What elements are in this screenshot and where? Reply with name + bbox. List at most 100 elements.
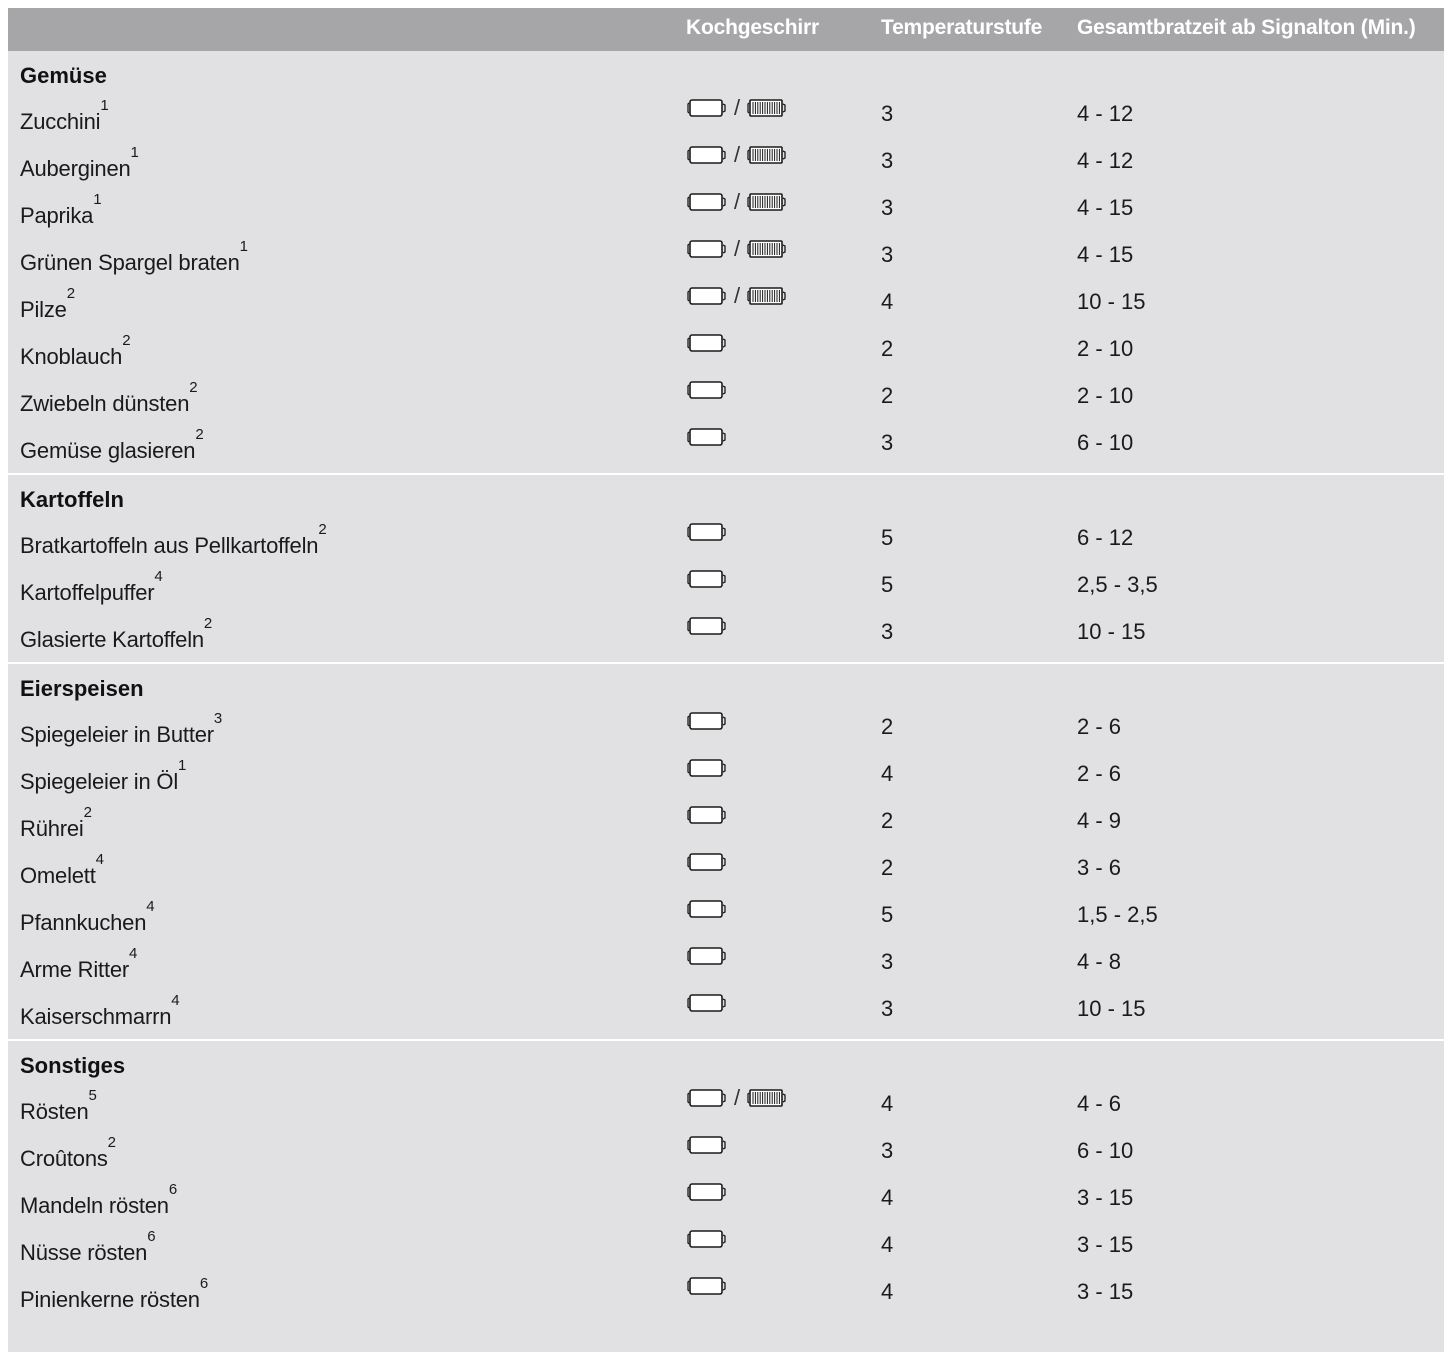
footnote-marker: 2	[122, 332, 131, 349]
cookware-cell	[686, 947, 728, 965]
table-row: Pilze2 / 4 10 - 15	[8, 285, 1444, 332]
cooking-table: Kochgeschirr Temperaturstufe Gesamtbratz…	[8, 8, 1444, 1352]
footnote-marker: 1	[93, 191, 102, 208]
table-row: Rührei2 2 4 - 9	[8, 804, 1444, 851]
footnote-marker: 1	[130, 144, 139, 161]
cookware-cell	[686, 712, 728, 730]
cooking-time: 3 - 15	[1077, 1232, 1134, 1257]
food-name-text: Glasierte Kartoffeln	[20, 627, 204, 652]
footnote-marker: 2	[318, 521, 327, 538]
header-kochgeschirr: Kochgeschirr	[686, 16, 819, 39]
footnote-marker: 4	[171, 992, 180, 1009]
section-title: Gemüse	[20, 63, 107, 88]
footnote-marker: 6	[168, 1181, 178, 1198]
food-name: Kartoffelpuffer4	[20, 569, 163, 606]
cookware-separator: /	[734, 283, 741, 308]
footnote-marker: 6	[147, 1228, 156, 1245]
pan-icon	[687, 428, 726, 446]
cookware-cell	[686, 570, 728, 588]
cooking-time: 10 - 15	[1077, 289, 1146, 314]
temperature-level: 4	[881, 289, 894, 314]
food-name-text: Pfannkuchen	[20, 910, 147, 935]
section-title: Sonstiges	[20, 1053, 126, 1078]
cooking-time: 4 - 12	[1077, 148, 1134, 173]
cooking-time: 4 - 15	[1077, 195, 1134, 220]
cooking-time: 6 - 10	[1077, 430, 1134, 455]
footnote-marker: 4	[129, 945, 138, 962]
food-name: Bratkartoffeln aus Pellkartoffeln2	[20, 522, 327, 559]
pan-icon	[687, 617, 726, 635]
food-name-text: Paprika	[20, 203, 94, 228]
cooking-time: 2 - 10	[1077, 383, 1134, 408]
pan-icon	[687, 994, 726, 1012]
cooking-time: 10 - 15	[1077, 619, 1146, 644]
food-name: Rührei2	[20, 805, 92, 842]
footnote-marker: 4	[95, 851, 104, 868]
temperature-level: 3	[881, 430, 894, 455]
food-name: Spiegeleier in Öl1	[20, 758, 186, 795]
cookware-cell	[686, 428, 728, 446]
pan-icon	[687, 287, 726, 305]
food-name-text: Spiegeleier in Butter	[20, 722, 214, 747]
cooking-time: 1,5 - 2,5	[1077, 902, 1158, 927]
table-body: Gemüse Zucchini1/3 4 - 12 Auberginen1/3 4 - …	[8, 51, 1444, 1322]
temperature-level: 4	[881, 1232, 894, 1257]
grill-pan-icon	[747, 193, 786, 211]
grill-pan-icon	[747, 99, 786, 117]
pan-icon	[687, 1136, 726, 1154]
cooking-time: 2 - 6	[1077, 714, 1122, 739]
table-row: Mandeln rösten6 4 3 - 15	[8, 1181, 1444, 1228]
food-name: Pinienkerne rösten6	[20, 1276, 208, 1313]
cookware-cell: /	[686, 97, 788, 119]
pan-icon	[687, 570, 726, 588]
food-name: Kaiserschmarrn4	[20, 993, 180, 1030]
temperature-level: 5	[881, 902, 894, 927]
pan-icon	[687, 193, 726, 211]
cookware-cell	[686, 1230, 728, 1248]
footnote-marker: 4	[146, 898, 155, 915]
footnote-marker: 5	[88, 1087, 97, 1104]
grill-pan-icon	[747, 287, 786, 305]
cookware-cell: /	[686, 236, 788, 261]
table-header: Kochgeschirr Temperaturstufe Gesamtbratz…	[8, 8, 1444, 51]
section-3: Sonstiges Rösten5 / 4 4 - 6 Croûtons2 3 6 - 10 M…	[8, 1039, 1444, 1322]
food-name: Pfannkuchen4	[20, 899, 155, 936]
cookware-cell	[686, 806, 728, 824]
temperature-level: 3	[881, 195, 894, 220]
temperature-level: 5	[881, 525, 894, 550]
food-name-text: Kaiserschmarrn	[20, 1004, 172, 1029]
cooking-time: 2,5 - 3,5	[1077, 572, 1158, 597]
cookware-cell	[686, 381, 728, 399]
footnote-marker: 3	[213, 710, 223, 727]
section-0: Gemüse Zucchini1/3 4 - 12 Auberginen1/3 4 - …	[8, 51, 1444, 473]
food-name-text: Gemüse glasieren	[20, 438, 196, 463]
table-row: Paprika1 / 3 4 - 15	[8, 191, 1444, 238]
temperature-level: 2	[881, 855, 894, 880]
temperature-level: 2	[881, 383, 894, 408]
food-name-text: Zwiebeln dünsten	[20, 391, 190, 416]
footnote-marker: 2	[83, 804, 92, 821]
pan-icon	[687, 853, 726, 871]
cooking-time: 2 - 10	[1077, 336, 1134, 361]
food-name-text: Rührei	[20, 816, 84, 841]
food-name: Rösten5	[20, 1088, 97, 1125]
cookware-cell	[686, 994, 728, 1012]
food-name: Gemüse glasieren2	[20, 427, 204, 464]
cookware-separator: /	[734, 236, 741, 261]
table-row: Rösten5 / 4 4 - 6	[8, 1087, 1444, 1134]
cookware-separator: /	[734, 1085, 741, 1110]
grill-pan-icon	[747, 240, 786, 258]
table-row: Grünen Spargel braten1 / 3 4 - 15	[8, 238, 1444, 285]
cookware-cell	[686, 759, 728, 777]
pan-icon	[687, 240, 726, 258]
food-name: Pilze2	[20, 286, 75, 323]
food-name: Knoblauch2	[20, 333, 131, 370]
table-row: Pfannkuchen4 5 1,5 - 2,5	[8, 898, 1444, 945]
food-name: Paprika1	[20, 192, 102, 229]
table-row: Knoblauch2 2 2 - 10	[8, 332, 1444, 379]
food-name: Nüsse rösten6	[20, 1229, 156, 1266]
cooking-time: 4 - 8	[1077, 949, 1122, 974]
cookware-cell: /	[686, 144, 788, 166]
food-name-text: Kartoffelpuffer	[20, 580, 155, 605]
cooking-time: 3 - 15	[1077, 1185, 1134, 1210]
